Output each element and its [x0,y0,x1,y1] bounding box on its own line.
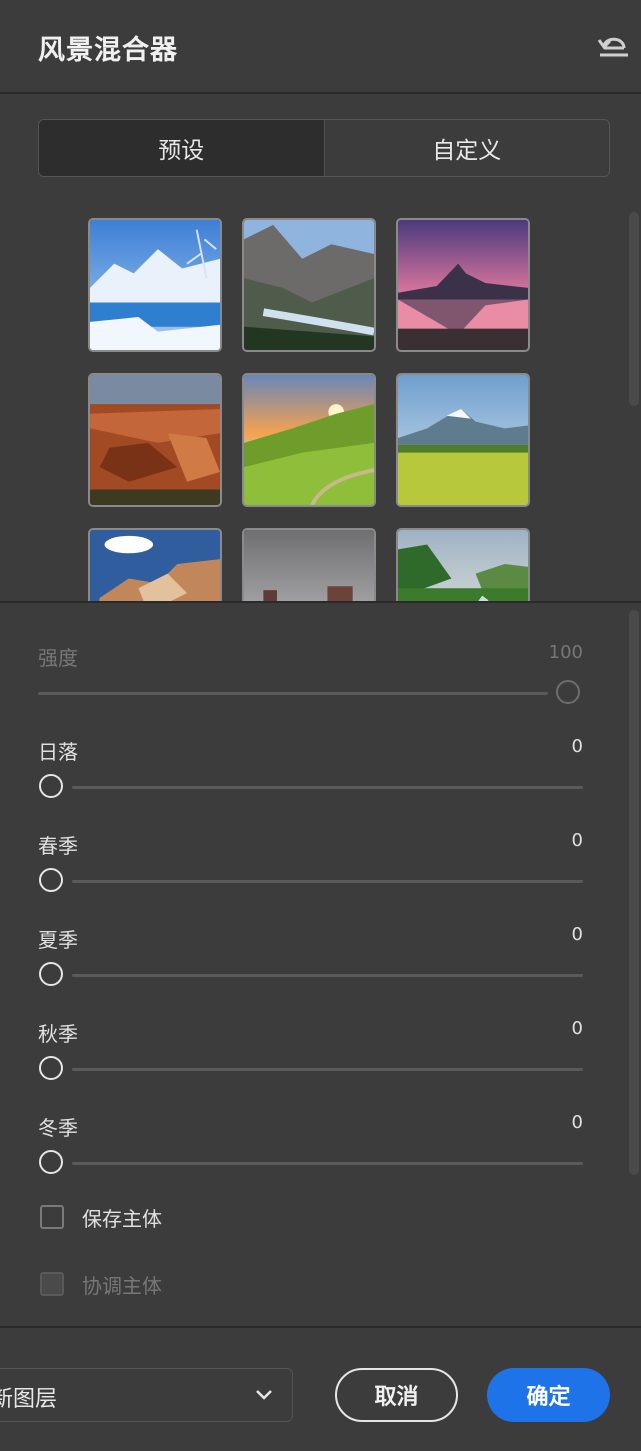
harmonize-subject-checkbox[interactable] [40,1272,64,1296]
panel-title: 风景混合器 [38,35,178,66]
sunset-track[interactable] [72,786,583,789]
summer-value: 0 [571,924,583,945]
preset-thumbnail-green-meadow[interactable] [396,373,530,507]
spring-label: 春季 [38,834,78,858]
preset-thumbnail-sunrise-hills[interactable] [242,373,376,507]
ok-button[interactable]: 确定 [487,1368,610,1422]
winter-slider[interactable]: 冬季 0 [38,1112,583,1192]
strength-slider[interactable]: 强度 100 [38,642,583,722]
section-divider [0,601,641,603]
winter-knob[interactable] [39,1150,63,1174]
keep-subject-checkbox[interactable] [40,1205,64,1229]
summer-label: 夏季 [38,928,78,952]
autumn-track[interactable] [72,1068,583,1071]
controls-scrollbar[interactable] [629,610,639,1175]
autumn-knob[interactable] [39,1056,63,1080]
preset-thumbnail-canyon[interactable] [88,373,222,507]
chevron-down-icon [254,1385,274,1405]
keep-subject-label: 保存主体 [82,1206,162,1231]
strength-knob[interactable] [556,680,580,704]
preset-scrollbar[interactable] [629,212,639,406]
keep-subject-option[interactable]: 保存主体 [40,1204,162,1231]
preset-thumbnail-snowy-lake[interactable] [88,218,222,352]
strength-value: 100 [548,642,583,663]
sunset-label: 日落 [38,740,78,764]
preset-thumbnail-mountain-valley[interactable] [242,218,376,352]
tab-custom[interactable]: 自定义 [323,120,610,176]
undo-icon[interactable] [594,28,634,64]
summer-knob[interactable] [39,962,63,986]
output-layer-value: 新图层 [0,1387,58,1412]
sunset-knob[interactable] [39,774,63,798]
winter-track[interactable] [72,1162,583,1165]
preset-thumbnail-grey-mesa[interactable] [242,528,376,602]
strength-track[interactable] [38,692,548,695]
spring-value: 0 [571,830,583,851]
spring-slider[interactable]: 春季 0 [38,830,583,910]
spring-knob[interactable] [39,868,63,892]
autumn-label: 秋季 [38,1022,78,1046]
harmonize-subject-label: 协调主体 [82,1273,162,1298]
sunset-slider[interactable]: 日落 0 [38,736,583,816]
autumn-value: 0 [571,1018,583,1039]
output-layer-select[interactable]: 新图层 [0,1368,293,1422]
winter-label: 冬季 [38,1116,78,1140]
strength-label: 强度 [38,646,78,670]
tab-presets[interactable]: 预设 [39,120,324,176]
summer-slider[interactable]: 夏季 0 [38,924,583,1004]
harmonize-subject-option[interactable]: 协调主体 [40,1271,162,1298]
cancel-button[interactable]: 取消 [335,1368,458,1422]
sunset-value: 0 [571,736,583,757]
preset-thumbnail-river-valley[interactable] [396,528,530,602]
preset-grid [0,200,641,602]
preset-thumbnail-desert-rocks[interactable] [88,528,222,602]
panel-header: 风景混合器 [0,0,641,94]
mode-tabs: 预设 自定义 [38,119,610,177]
summer-track[interactable] [72,974,583,977]
preset-thumbnail-pink-sunset-peak[interactable] [396,218,530,352]
winter-value: 0 [571,1112,583,1133]
autumn-slider[interactable]: 秋季 0 [38,1018,583,1098]
spring-track[interactable] [72,880,583,883]
